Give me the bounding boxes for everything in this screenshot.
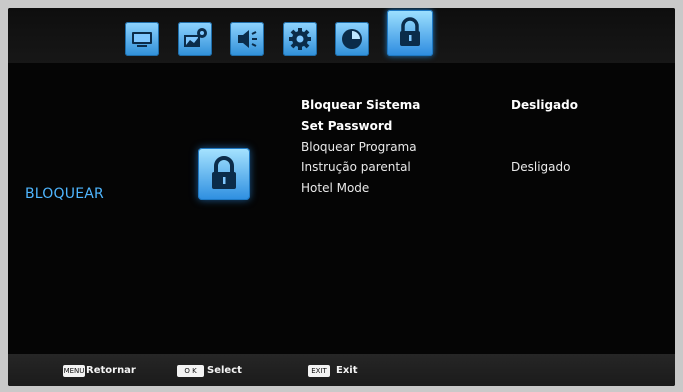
gear-icon	[289, 28, 311, 50]
tab-setup[interactable]	[283, 22, 317, 56]
tab-time[interactable]	[335, 22, 369, 56]
tab-image-settings[interactable]	[178, 22, 212, 56]
menu-tab-bar	[8, 8, 675, 63]
menu-item-set-password[interactable]: Set Password	[301, 119, 392, 133]
tv-screen-icon	[132, 32, 152, 47]
tab-picture[interactable]	[125, 22, 159, 56]
menu-item-hotel-mode[interactable]: Hotel Mode	[301, 181, 369, 195]
tv-screen: BLOQUEAR Bloquear Sistema Desligado Set …	[8, 8, 675, 386]
menu-item-bloquear-programa[interactable]: Bloquear Programa	[301, 140, 417, 154]
clock-icon	[342, 29, 362, 49]
section-lock-badge	[198, 148, 250, 200]
lock-icon	[400, 17, 420, 46]
ok-key: O K	[177, 365, 204, 377]
hint-exit-label: Exit	[336, 365, 358, 376]
menu-item-bloquear-sistema[interactable]: Bloquear Sistema	[301, 98, 420, 112]
tab-lock[interactable]	[387, 10, 433, 56]
lock-icon	[212, 156, 236, 189]
section-title: BLOQUEAR	[25, 186, 104, 202]
menu-value-instrucao-parental: Desligado	[511, 160, 571, 174]
speaker-icon	[238, 30, 257, 48]
hint-ok-label: Select	[207, 365, 242, 376]
menu-value-bloquear-sistema: Desligado	[511, 98, 578, 112]
menu-item-instrucao-parental[interactable]: Instrução parental	[301, 160, 411, 174]
hint-menu-label: Retornar	[86, 365, 136, 376]
picture-settings-icon	[184, 28, 207, 47]
menu-key: MENU	[63, 365, 85, 377]
tab-sound[interactable]	[230, 22, 264, 56]
exit-key: EXIT	[308, 365, 330, 377]
